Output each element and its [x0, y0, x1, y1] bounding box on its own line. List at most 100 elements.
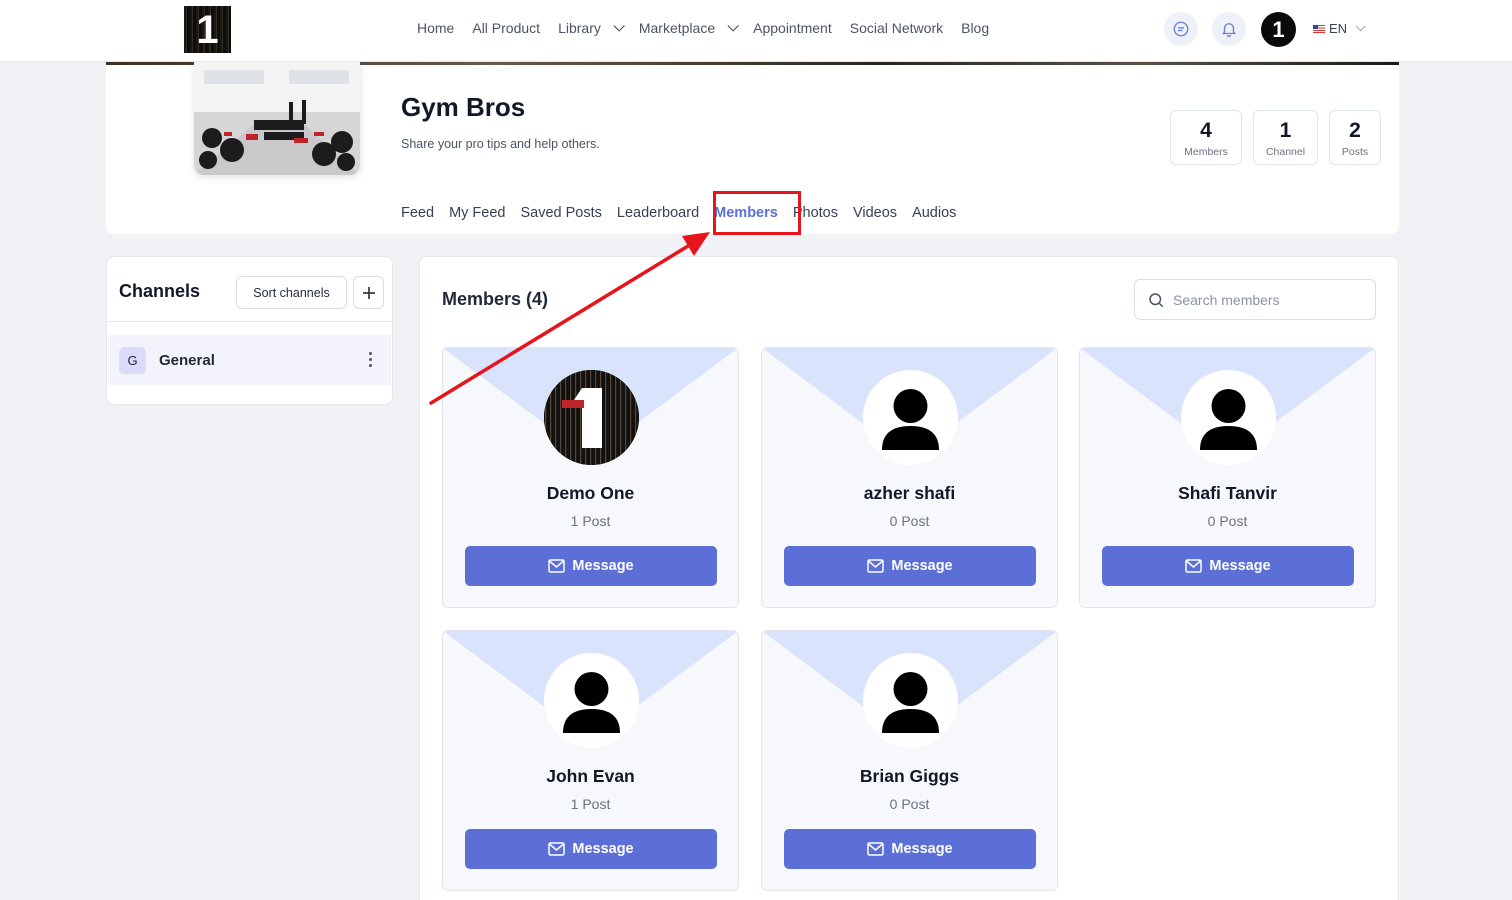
nav-label: Social Network: [849, 20, 944, 36]
language-label: EN: [1329, 21, 1348, 36]
gym-photo-image: [194, 62, 360, 175]
group-photo: [194, 62, 360, 175]
default-user-icon: [882, 389, 939, 450]
member-name[interactable]: Brian Giggs: [762, 766, 1057, 787]
mail-icon: [867, 559, 885, 573]
member-card: Brian Giggs 0 Post Message: [761, 630, 1058, 891]
nav-social-network[interactable]: Social Network: [850, 20, 943, 36]
nav-label: Marketplace: [638, 20, 716, 36]
language-selector[interactable]: EN: [1313, 21, 1366, 36]
more-options-icon[interactable]: [369, 352, 372, 367]
channel-name: General: [159, 351, 215, 369]
message-button[interactable]: Message: [1102, 546, 1354, 586]
member-card: John Evan 1 Post Message: [442, 630, 739, 891]
mail-icon: [548, 842, 566, 856]
tab-leaderboard[interactable]: Leaderboard: [617, 205, 699, 221]
mail-icon: [867, 842, 885, 856]
stat-label: Channel: [1265, 146, 1306, 158]
chat-icon: [1173, 21, 1189, 37]
top-navbar: 1 Home All Product Library Marketplace A…: [0, 0, 1512, 62]
member-card: Shafi Tanvir 0 Post Message: [1079, 347, 1376, 608]
default-user-icon: [1200, 389, 1257, 450]
nav-label: Home: [417, 20, 455, 36]
message-label: Message: [891, 558, 953, 574]
channels-title: Channels: [119, 281, 201, 301]
member-post-count: 0 Post: [889, 796, 930, 812]
nav-blog[interactable]: Blog: [961, 20, 989, 36]
sort-channels-button[interactable]: Sort channels: [236, 276, 347, 309]
bell-icon: [1222, 23, 1236, 38]
user-avatar[interactable]: 1: [1261, 12, 1296, 47]
tab-my-feed[interactable]: My Feed: [449, 205, 505, 221]
member-avatar[interactable]: [863, 653, 958, 748]
nav-all-product[interactable]: All Product: [472, 20, 540, 36]
search-members-field[interactable]: [1134, 279, 1376, 320]
mail-icon: [548, 559, 566, 573]
search-icon: [1149, 292, 1164, 307]
main-nav: Home All Product Library Marketplace App…: [417, 20, 1007, 36]
channel-badge: G: [119, 346, 146, 374]
member-card: Demo One 1 Post Message: [442, 347, 739, 608]
message-label: Message: [1209, 558, 1271, 574]
tab-saved-posts[interactable]: Saved Posts: [520, 205, 601, 221]
channels-sidebar: Channels Sort channels G General: [106, 256, 393, 405]
member-name[interactable]: John Evan: [443, 766, 738, 787]
stat-members[interactable]: 4 Members: [1170, 110, 1242, 165]
stat-value: 2: [1349, 119, 1361, 142]
message-label: Message: [572, 558, 634, 574]
tab-audios[interactable]: Audios: [912, 205, 956, 221]
nav-marketplace[interactable]: Marketplace: [638, 20, 739, 36]
stat-value: 1: [1279, 119, 1292, 142]
default-user-icon: [563, 672, 620, 733]
tab-videos[interactable]: Videos: [853, 205, 897, 221]
search-input[interactable]: [1173, 291, 1363, 308]
logo-text: 1: [196, 8, 219, 52]
member-avatar[interactable]: [544, 653, 639, 748]
member-avatar[interactable]: [544, 370, 639, 465]
message-label: Message: [572, 841, 634, 857]
stat-label: Members: [1184, 146, 1228, 158]
annotation-highlight-box: [713, 191, 801, 235]
mail-icon: [1185, 559, 1203, 573]
member-avatar[interactable]: [1181, 370, 1276, 465]
add-channel-button[interactable]: [353, 276, 384, 309]
member-avatar[interactable]: [863, 370, 958, 465]
nav-label: Blog: [961, 20, 990, 36]
member-post-count: 1 Post: [570, 513, 611, 529]
group-tabs: Feed My Feed Saved Posts Leaderboard Mem…: [401, 205, 971, 221]
chevron-down-icon: [727, 20, 739, 32]
stat-value: 4: [1200, 119, 1212, 142]
nav-appointment[interactable]: Appointment: [753, 20, 832, 36]
site-logo[interactable]: 1: [184, 6, 231, 53]
stat-posts[interactable]: 2 Posts: [1329, 110, 1381, 165]
plus-icon: [362, 286, 375, 299]
channel-item-general[interactable]: G General: [108, 335, 391, 385]
chevron-down-icon: [1355, 21, 1366, 32]
member-post-count: 1 Post: [570, 796, 611, 812]
tab-feed[interactable]: Feed: [401, 205, 434, 221]
stat-channel[interactable]: 1 Channel: [1253, 110, 1318, 165]
chat-button[interactable]: [1164, 12, 1198, 46]
message-label: Message: [891, 841, 953, 857]
divider: [107, 321, 392, 322]
stat-label: Posts: [1341, 146, 1369, 158]
member-name[interactable]: Demo One: [443, 483, 738, 504]
nav-label: All Product: [472, 20, 541, 36]
nav-label: Appointment: [753, 20, 832, 36]
nav-library[interactable]: Library: [558, 20, 625, 36]
message-button[interactable]: Message: [465, 829, 717, 869]
notifications-button[interactable]: [1212, 12, 1246, 46]
nav-home[interactable]: Home: [417, 20, 454, 36]
us-flag-icon: [1313, 24, 1325, 33]
default-user-icon: [882, 672, 939, 733]
message-button[interactable]: Message: [784, 546, 1036, 586]
member-card: azher shafi 0 Post Message: [761, 347, 1058, 608]
member-post-count: 0 Post: [889, 513, 930, 529]
member-name[interactable]: azher shafi: [762, 483, 1057, 504]
group-subtitle: Share your pro tips and help others.: [401, 137, 600, 151]
message-button[interactable]: Message: [784, 829, 1036, 869]
member-name[interactable]: Shafi Tanvir: [1080, 483, 1375, 504]
nav-label: Library: [558, 20, 601, 36]
chevron-down-icon: [613, 20, 625, 32]
message-button[interactable]: Message: [465, 546, 717, 586]
